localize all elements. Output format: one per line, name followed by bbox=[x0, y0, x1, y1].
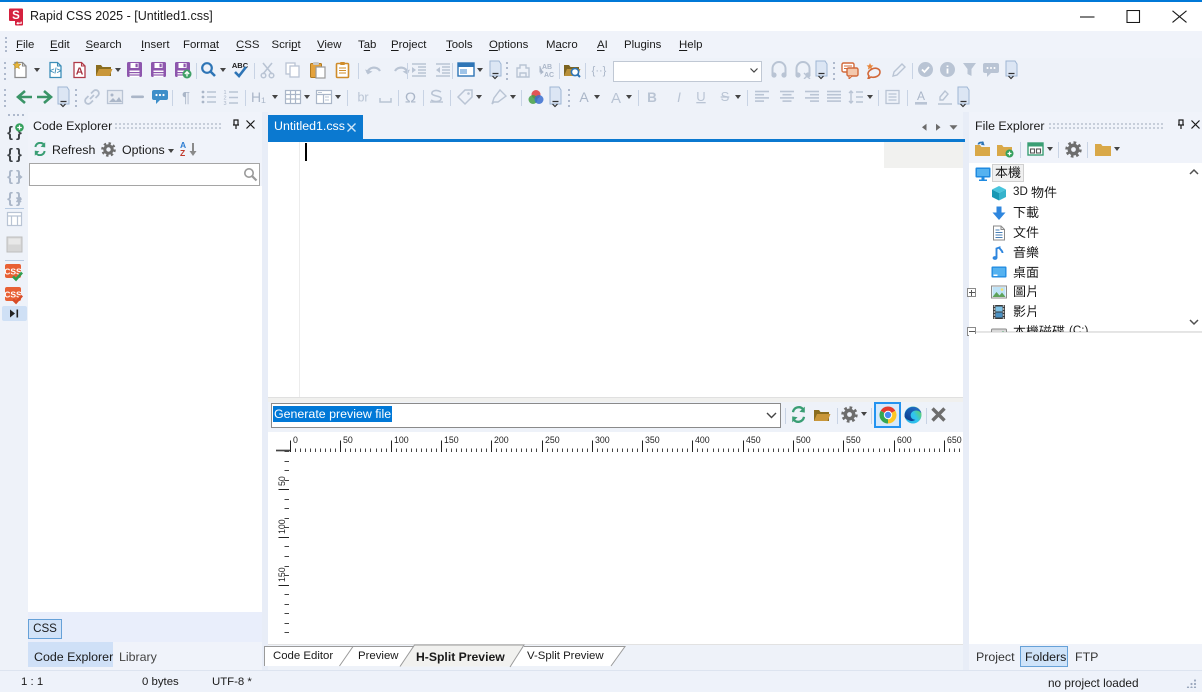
svg-text:A: A bbox=[611, 90, 621, 106]
svg-text:A: A bbox=[917, 89, 925, 103]
svg-text:100: 100 bbox=[394, 435, 409, 445]
svg-text:250: 250 bbox=[545, 435, 560, 445]
svg-text:br: br bbox=[357, 91, 368, 105]
svg-text:AC: AC bbox=[544, 72, 554, 79]
svg-text:550: 550 bbox=[846, 435, 861, 445]
svg-text:A: A bbox=[76, 66, 84, 78]
svg-text:50: 50 bbox=[277, 476, 287, 486]
svg-text:500: 500 bbox=[796, 435, 811, 445]
svg-text:{ }: { } bbox=[7, 146, 22, 163]
svg-text:350: 350 bbox=[645, 435, 660, 445]
svg-text:Ω: Ω bbox=[405, 90, 416, 107]
svg-text:400: 400 bbox=[695, 435, 710, 445]
svg-text:S: S bbox=[721, 89, 730, 104]
svg-text:600: 600 bbox=[897, 435, 912, 445]
svg-text:150: 150 bbox=[444, 435, 459, 445]
svg-text:U: U bbox=[696, 89, 705, 104]
svg-text:S: S bbox=[12, 10, 20, 22]
svg-text:¶: ¶ bbox=[182, 89, 190, 106]
svg-text:{··}: {··} bbox=[592, 65, 607, 77]
svg-text:0: 0 bbox=[293, 435, 298, 445]
svg-text:H₁: H₁ bbox=[251, 89, 266, 105]
svg-text:450: 450 bbox=[746, 435, 761, 445]
svg-text:50: 50 bbox=[343, 435, 353, 445]
svg-text:300: 300 bbox=[595, 435, 610, 445]
svg-text:A: A bbox=[579, 89, 589, 105]
svg-text:</>: </> bbox=[50, 67, 62, 76]
svg-text:3: 3 bbox=[223, 101, 226, 106]
svg-text:650: 650 bbox=[947, 435, 962, 445]
svg-text:AB: AB bbox=[542, 64, 552, 71]
svg-text:I: I bbox=[677, 90, 681, 105]
svg-text:150: 150 bbox=[277, 567, 287, 582]
svg-text:200: 200 bbox=[494, 435, 509, 445]
svg-text:100: 100 bbox=[277, 519, 287, 534]
svg-text:B: B bbox=[647, 90, 657, 105]
